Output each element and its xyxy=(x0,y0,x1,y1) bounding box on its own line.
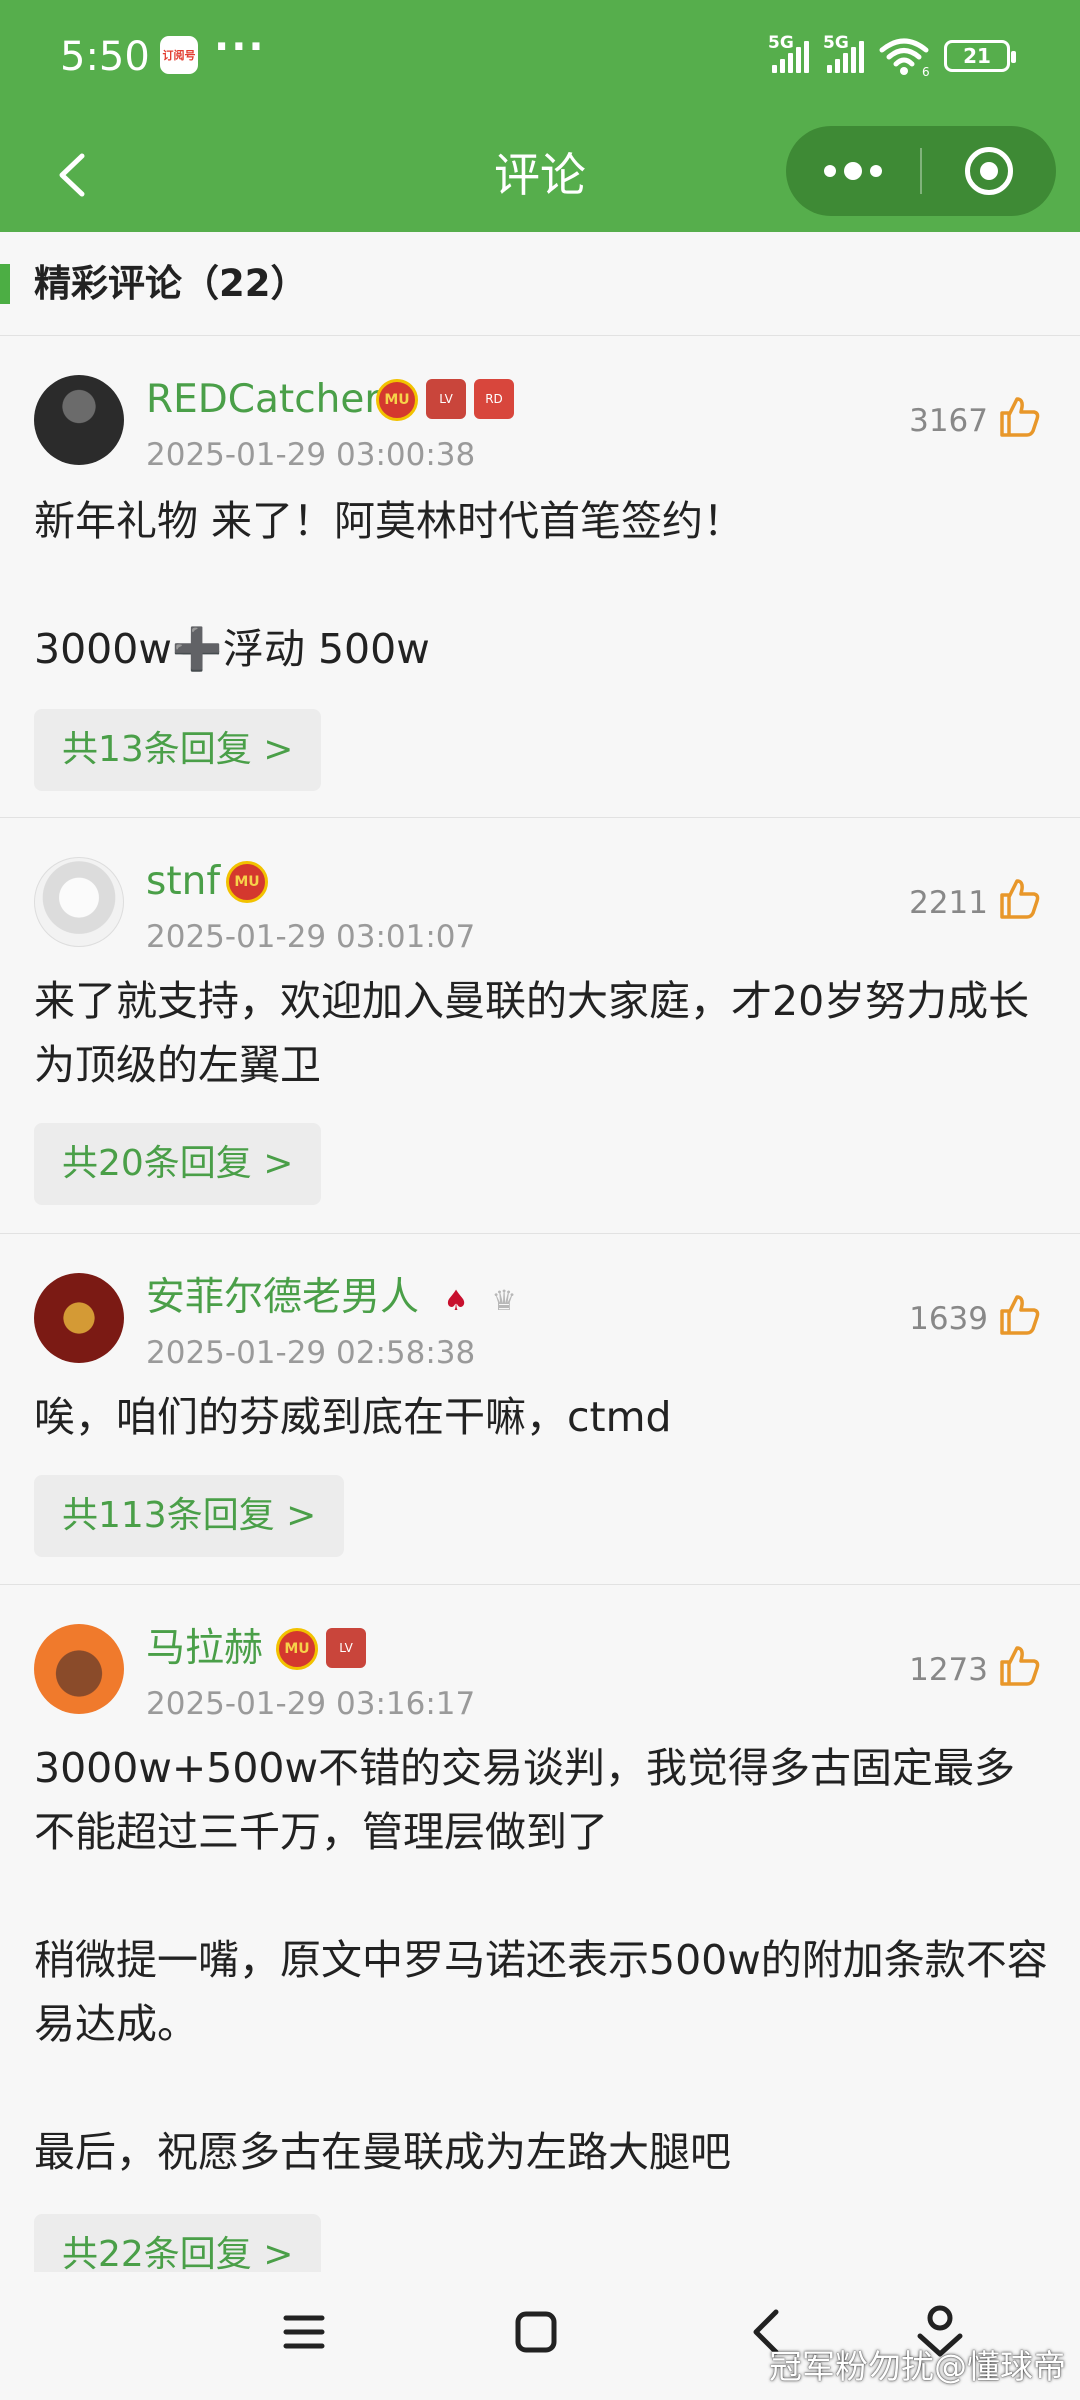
signal-5g-icon: 5G xyxy=(768,33,809,73)
view-replies-button[interactable]: 共113条回复 > xyxy=(34,1475,345,1557)
manchester-united-badge-icon: MU xyxy=(226,861,268,903)
avatar[interactable] xyxy=(34,1273,124,1363)
avatar[interactable] xyxy=(34,375,124,465)
comment-date: 2025-01-29 03:01:07 xyxy=(146,919,476,955)
app-notification-icon: 订阅号 xyxy=(160,36,198,74)
premier-league-trophy-icon: ♛ xyxy=(491,1283,517,1317)
more-options-button[interactable] xyxy=(786,126,920,216)
comment-text: 新年礼物 来了！阿莫林时代首笔签约！ 3000w➕浮动 500w xyxy=(34,497,745,673)
manchester-united-badge-icon: MU xyxy=(276,1628,318,1670)
status-bar: 5:50 订阅号 ··· 5G 5G 6 21 xyxy=(0,0,1080,118)
fan-level-badge-icon: LV xyxy=(426,379,466,419)
navigation-bar: 评论 xyxy=(0,118,1080,232)
comment-date: 2025-01-29 03:16:17 xyxy=(146,1686,476,1722)
target-icon xyxy=(965,147,1013,195)
username[interactable]: 安菲尔德老男人 xyxy=(146,1271,419,1325)
view-replies-button[interactable]: 共20条回复 > xyxy=(34,1123,322,1205)
signal-5g-icon-2: 5G xyxy=(823,33,864,73)
username[interactable]: 马拉赫 xyxy=(146,1622,263,1676)
username[interactable]: REDCatcher xyxy=(146,373,380,427)
user-badges: ♠ ♛ xyxy=(436,1277,524,1323)
like-count: 2211 xyxy=(909,885,988,921)
liverpool-liver-bird-icon: ♠ xyxy=(443,1283,469,1317)
user-badges: MU LV xyxy=(276,1628,366,1670)
avatar[interactable] xyxy=(34,1624,124,1714)
like-count: 3167 xyxy=(909,403,988,439)
thumbs-up-icon[interactable] xyxy=(996,393,1042,439)
wifi-icon: 6 xyxy=(879,38,930,76)
user-badges: MU LV RD xyxy=(376,379,514,421)
thumbs-up-icon[interactable] xyxy=(996,1291,1042,1337)
section-header: 精彩评论（22） xyxy=(0,232,1080,336)
comment-date: 2025-01-29 02:58:38 xyxy=(146,1335,476,1371)
status-time: 5:50 xyxy=(60,34,150,80)
comment-item: 马拉赫 MU LV 2025-01-29 03:16:17 1273 3000w… xyxy=(0,1586,1080,2272)
home-icon[interactable] xyxy=(496,2292,576,2372)
comment-item: stnf MU 2025-01-29 03:01:07 2211 来了就支持，欢… xyxy=(0,819,1080,1234)
comment-date: 2025-01-29 03:00:38 xyxy=(146,437,476,473)
view-replies-button[interactable]: 共22条回复 > xyxy=(34,2214,322,2272)
thumbs-up-icon[interactable] xyxy=(996,875,1042,921)
back-button[interactable] xyxy=(40,140,110,210)
section-accent-bar xyxy=(0,264,10,304)
thumbs-up-icon[interactable] xyxy=(996,1642,1042,1688)
chevron-left-icon xyxy=(59,153,85,197)
mini-program-capsule xyxy=(786,126,1056,216)
red-devil-badge-icon: RD xyxy=(474,379,514,419)
menu-icon[interactable] xyxy=(264,2292,344,2372)
close-mini-program-button[interactable] xyxy=(922,126,1056,216)
like-count: 1639 xyxy=(909,1301,988,1337)
section-title: 精彩评论（22） xyxy=(34,262,308,305)
battery-icon: 21 xyxy=(944,40,1016,72)
comment-text: 来了就支持，欢迎加入曼联的大家庭，才20岁努力成长为顶级的左翼卫 xyxy=(34,977,1030,1089)
more-notifications-icon: ··· xyxy=(214,24,266,70)
comment-text: 唉，咱们的芬威到底在干嘛，ctmd xyxy=(34,1393,672,1441)
status-indicators: 5G 5G 6 21 xyxy=(768,33,1016,76)
view-replies-button[interactable]: 共13条回复 > xyxy=(34,709,322,791)
watermark: 冠军粉勿扰@懂球帝 xyxy=(769,2347,1066,2386)
user-badges: MU xyxy=(226,861,268,903)
avatar[interactable] xyxy=(34,857,124,947)
like-count: 1273 xyxy=(909,1652,988,1688)
system-navigation-bar: 冠军粉勿扰@懂球帝 xyxy=(0,2272,1080,2400)
comment-item: 安菲尔德老男人 ♠ ♛ 2025-01-29 02:58:38 1639 唉，咱… xyxy=(0,1235,1080,1585)
comment-item: REDCatcher MU LV RD 2025-01-29 03:00:38 … xyxy=(0,337,1080,818)
comment-text: 3000w+500w不错的交易谈判，我觉得多古固定最多不能超过三千万，管理层做到… xyxy=(34,1744,1048,2176)
svg-text:6: 6 xyxy=(922,65,930,76)
username[interactable]: stnf xyxy=(146,855,220,909)
manchester-united-badge-icon: MU xyxy=(376,379,418,421)
fan-level-badge-icon: LV xyxy=(326,1628,366,1668)
